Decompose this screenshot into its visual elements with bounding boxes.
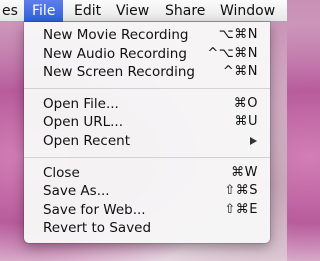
menu-item-new-movie-recording[interactable]: New Movie Recording ⌥⌘N bbox=[24, 26, 270, 45]
menu-item-label: Open URL... bbox=[43, 114, 124, 131]
menu-item-shortcut: ⇧⌘E bbox=[224, 201, 258, 217]
menu-item-open-file[interactable]: Open File... ⌘O bbox=[24, 95, 270, 114]
menu-item-shortcut: ⇧⌘S bbox=[224, 183, 258, 199]
submenu-arrow-icon bbox=[250, 136, 257, 145]
menu-item-shortcut: ⌘O bbox=[233, 95, 258, 111]
menu-item-new-audio-recording[interactable]: New Audio Recording ^⌥⌘N bbox=[24, 45, 270, 64]
menu-item-shortcut: ⌥⌘N bbox=[218, 27, 258, 42]
menu-separator bbox=[24, 87, 270, 89]
menubar-item-app[interactable]: es bbox=[0, 0, 26, 22]
menu-item-label: Revert to Saved bbox=[43, 220, 152, 237]
menu-item-label: New Audio Recording bbox=[43, 45, 187, 62]
menu-item-open-url[interactable]: Open URL... ⌘U bbox=[24, 113, 270, 132]
menu-item-save-as[interactable]: Save As... ⇧⌘S bbox=[24, 182, 270, 201]
menubar-item-edit[interactable]: Edit bbox=[66, 0, 109, 22]
menu-separator bbox=[24, 156, 270, 158]
menu-item-label: New Screen Recording bbox=[43, 64, 195, 81]
menubar-item-view[interactable]: View bbox=[108, 0, 157, 22]
menu-item-label: Close bbox=[43, 164, 80, 181]
menu-item-revert-to-saved[interactable]: Revert to Saved bbox=[24, 219, 270, 238]
menu-item-close[interactable]: Close ⌘W bbox=[24, 164, 270, 183]
menu-item-save-for-web[interactable]: Save for Web... ⇧⌘E bbox=[24, 201, 270, 220]
menu-bar: es File Edit View Share Window bbox=[0, 0, 287, 22]
menu-item-label: Save for Web... bbox=[43, 201, 146, 218]
menubar-item-window[interactable]: Window bbox=[212, 0, 283, 22]
menu-item-label: Open Recent bbox=[43, 132, 131, 149]
file-menu-dropdown: New Movie Recording ⌥⌘N New Audio Record… bbox=[24, 22, 270, 243]
menu-item-new-screen-recording[interactable]: New Screen Recording ^⌘N bbox=[24, 63, 270, 82]
menu-item-open-recent[interactable]: Open Recent bbox=[24, 132, 270, 151]
menu-item-label: New Movie Recording bbox=[43, 27, 189, 43]
menubar-item-file[interactable]: File bbox=[24, 0, 64, 22]
menu-item-shortcut: ⌘W bbox=[231, 164, 258, 180]
menu-item-shortcut: ⌘U bbox=[234, 114, 258, 130]
menu-item-shortcut: ^⌘N bbox=[222, 64, 258, 80]
menu-item-shortcut: ^⌥⌘N bbox=[207, 45, 258, 61]
menubar-item-share[interactable]: Share bbox=[157, 0, 213, 22]
menu-item-label: Open File... bbox=[43, 95, 119, 112]
menu-item-label: Save As... bbox=[43, 183, 110, 200]
